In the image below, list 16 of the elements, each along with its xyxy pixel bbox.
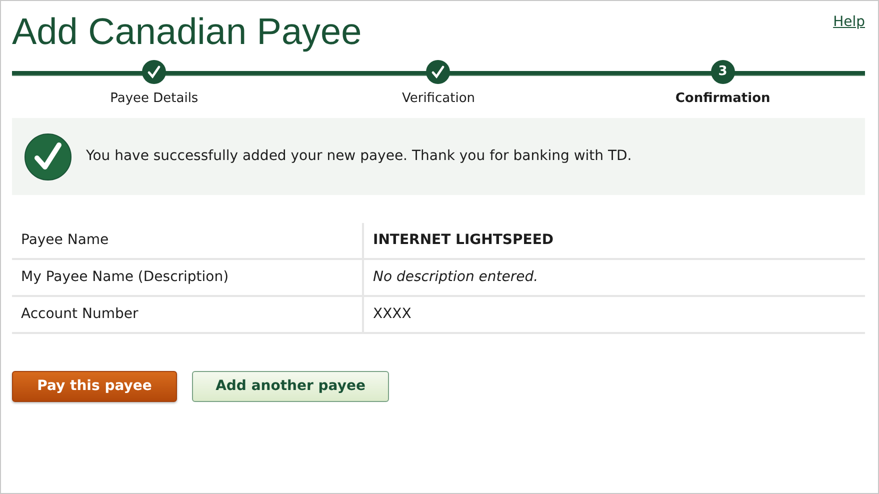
step-label: Payee Details xyxy=(110,90,198,108)
detail-value: No description entered. xyxy=(372,268,538,287)
detail-value: INTERNET LIGHTSPEED xyxy=(372,231,554,250)
detail-value: XXXX xyxy=(372,305,412,324)
pay-button[interactable]: Pay this payee xyxy=(12,371,177,402)
page-title: Add Canadian Payee xyxy=(12,10,362,54)
add-payee-button[interactable]: Add another payee xyxy=(192,371,389,402)
detail-label: Account Number xyxy=(12,297,364,332)
detail-label: My Payee Name (Description) xyxy=(12,260,364,295)
step-label: Confirmation xyxy=(675,90,770,108)
step-number: 3 xyxy=(710,60,735,84)
success-message: You have successfully added your new payee. Thank you for banking with TD. xyxy=(86,147,632,166)
checkmark-icon xyxy=(24,132,72,180)
detail-label: Payee Name xyxy=(12,223,364,258)
help-link[interactable]: Help xyxy=(833,12,865,33)
step-label: Verification xyxy=(402,90,476,108)
